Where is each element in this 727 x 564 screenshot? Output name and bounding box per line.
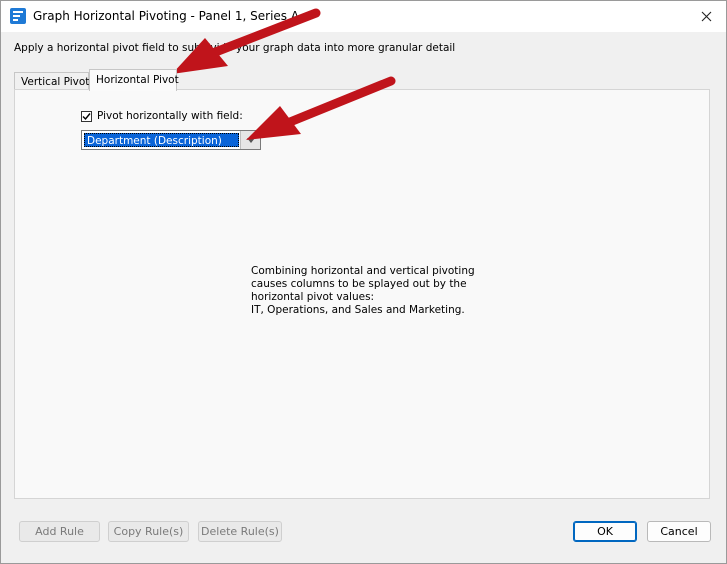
close-icon[interactable]	[691, 5, 721, 27]
cancel-button[interactable]: Cancel	[647, 521, 711, 542]
dialog-window: Graph Horizontal Pivoting - Panel 1, Ser…	[0, 0, 727, 564]
add-rule-button[interactable]: Add Rule	[19, 521, 100, 542]
pivot-checkbox[interactable]	[81, 110, 92, 122]
dialog-description: Apply a horizontal pivot field to subdiv…	[14, 42, 456, 54]
graph-app-icon	[10, 8, 26, 24]
pivot-field-dropdown[interactable]: Department (Description)	[81, 130, 261, 150]
title-bar: Graph Horizontal Pivoting - Panel 1, Ser…	[1, 1, 726, 32]
info-line: horizontal pivot values:	[251, 291, 375, 303]
pivot-checkbox-row[interactable]: Pivot horizontally with field:	[81, 110, 243, 122]
ok-button[interactable]: OK	[573, 521, 637, 542]
delete-rule-button[interactable]: Delete Rule(s)	[198, 521, 282, 542]
info-line: IT, Operations, and Sales and Marketing.	[251, 304, 465, 316]
tab-horizontal-pivot[interactable]: Horizontal Pivot	[89, 69, 179, 91]
chevron-down-icon[interactable]	[240, 131, 260, 149]
pivot-field-value: Department (Description)	[84, 133, 239, 147]
pivot-checkbox-label: Pivot horizontally with field:	[97, 110, 243, 122]
pivot-info-text: Combining horizontal and vertical pivoti…	[251, 265, 475, 317]
window-title: Graph Horizontal Pivoting - Panel 1, Ser…	[33, 9, 300, 23]
info-line: causes columns to be splayed out by the	[251, 278, 467, 290]
info-line: Combining horizontal and vertical pivoti…	[251, 265, 475, 277]
horizontal-pivot-panel: Pivot horizontally with field: Departmen…	[14, 89, 710, 499]
copy-rule-button[interactable]: Copy Rule(s)	[108, 521, 189, 542]
